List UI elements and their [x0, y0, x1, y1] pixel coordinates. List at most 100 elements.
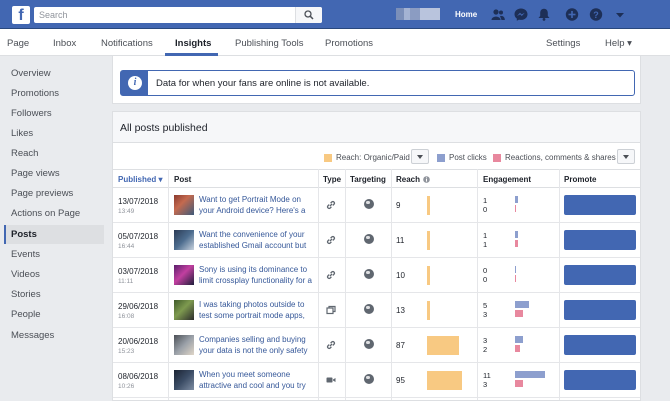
public-globe-icon [364, 374, 374, 384]
svg-text:?: ? [593, 10, 599, 20]
boost-post-button[interactable] [564, 265, 636, 285]
reach-bar [427, 371, 462, 390]
sidebar-item-stories[interactable]: Stories [4, 285, 104, 304]
info-icon: i [128, 76, 142, 90]
page-nav: Page Inbox Notifications Insights Publis… [0, 29, 670, 56]
reach-value: 10 [396, 271, 405, 280]
album-icon [326, 305, 336, 315]
legend-swatch-clicks [437, 154, 445, 162]
post-time: 13:49 [118, 208, 135, 215]
sidebar-item-posts[interactable]: Posts [4, 225, 104, 244]
post-thumbnail[interactable] [174, 265, 194, 285]
sidebar-item-videos[interactable]: Videos [4, 265, 104, 284]
post-thumbnail[interactable] [174, 300, 194, 320]
post-date: 13/07/2018 [118, 197, 159, 206]
all-posts-card: All posts published Reach: Organic/Paid … [112, 111, 641, 401]
account-menu-icon[interactable] [613, 8, 627, 21]
reactions-bar [515, 205, 516, 212]
link-icon [326, 235, 336, 245]
sidebar-item-page-previews[interactable]: Page previews [4, 184, 104, 203]
column-targeting: Targeting [350, 175, 386, 184]
post-link[interactable]: Want to get Portrait Mode on your Androi… [199, 194, 312, 218]
reactions-bar [515, 380, 524, 387]
table-row: 29/06/2018 16:08 I was taking photos out… [113, 293, 640, 328]
reactions-value: 3 [483, 380, 488, 389]
post-link[interactable]: When you meet someone attractive and coo… [199, 369, 312, 393]
search-icon [304, 10, 314, 20]
post-clicks-value: 5 [483, 301, 488, 310]
fans-online-card: i Data for when your fans are online is … [112, 56, 641, 104]
post-thumbnail[interactable] [174, 195, 194, 215]
sidebar-item-reach[interactable]: Reach [4, 144, 104, 163]
sidebar-item-likes[interactable]: Likes [4, 124, 104, 143]
post-date: 03/07/2018 [118, 267, 159, 276]
reactions-bar [515, 275, 516, 282]
sidebar-item-followers[interactable]: Followers [4, 104, 104, 123]
info-icon-container: i [121, 71, 148, 95]
post-date: 08/06/2018 [118, 372, 159, 381]
post-date: 05/07/2018 [118, 232, 159, 241]
video-icon [326, 377, 336, 383]
sidebar-item-promotions[interactable]: Promotions [4, 84, 104, 103]
boost-post-button[interactable] [564, 300, 636, 320]
post-time: 15:23 [118, 348, 135, 355]
tab-help[interactable]: Help ▾ [605, 38, 632, 49]
notifications-icon[interactable] [537, 8, 551, 21]
post-clicks-bar [515, 266, 516, 273]
reactions-bar [515, 240, 518, 247]
friends-icon[interactable] [491, 8, 505, 21]
boost-post-button[interactable] [564, 195, 636, 215]
reach-info-icon[interactable] [423, 176, 430, 183]
create-icon[interactable] [565, 8, 579, 21]
post-clicks-bar [515, 196, 518, 203]
post-link[interactable]: Want the convenience of your established… [199, 229, 312, 253]
public-globe-icon [364, 304, 374, 314]
link-icon [326, 270, 336, 280]
post-time: 16:44 [118, 243, 135, 250]
link-icon [326, 340, 336, 350]
tab-settings[interactable]: Settings [546, 38, 580, 49]
profile-avatar-blurred[interactable] [396, 8, 440, 20]
sidebar-item-overview[interactable]: Overview [4, 64, 104, 83]
tab-publishing-tools[interactable]: Publishing Tools [235, 38, 303, 49]
boost-post-button[interactable] [564, 230, 636, 250]
reach-metric-dropdown[interactable] [411, 149, 429, 164]
sidebar-item-people[interactable]: People [4, 305, 104, 324]
engagement-metric-dropdown[interactable] [617, 149, 635, 164]
search-button[interactable] [295, 7, 322, 23]
post-clicks-value: 0 [483, 266, 488, 275]
tab-inbox[interactable]: Inbox [53, 38, 76, 49]
home-link[interactable]: Home [455, 10, 477, 19]
column-published[interactable]: Published ▾ [118, 175, 162, 184]
help-icon[interactable]: ? [589, 8, 603, 21]
post-thumbnail[interactable] [174, 370, 194, 390]
search-input[interactable] [39, 9, 289, 21]
tab-promotions[interactable]: Promotions [325, 38, 373, 49]
sidebar-item-actions-on-page[interactable]: Actions on Page [4, 204, 104, 223]
post-clicks-bar [515, 371, 545, 378]
sidebar-item-events[interactable]: Events [4, 245, 104, 264]
post-link[interactable]: I was taking photos outside to test some… [199, 299, 312, 323]
messenger-icon[interactable] [514, 8, 528, 21]
boost-post-button[interactable] [564, 335, 636, 355]
legend-label-reactions: Reactions, comments & shares [505, 153, 616, 162]
card-header: All posts published [113, 112, 640, 143]
sidebar-item-page-views[interactable]: Page views [4, 164, 104, 183]
post-thumbnail[interactable] [174, 230, 194, 250]
post-thumbnail[interactable] [174, 335, 194, 355]
top-bar: f Home ? [0, 0, 670, 29]
sidebar-item-messages[interactable]: Messages [4, 326, 104, 345]
post-time: 11:11 [118, 278, 134, 285]
post-date: 20/06/2018 [118, 337, 159, 346]
post-clicks-bar [515, 231, 518, 238]
post-link[interactable]: Sony is using its dominance to limit cro… [199, 264, 312, 288]
tab-insights[interactable]: Insights [175, 38, 211, 49]
boost-post-button[interactable] [564, 370, 636, 390]
post-link[interactable]: Companies selling and buying your data i… [199, 334, 312, 358]
tab-page[interactable]: Page [7, 38, 29, 49]
facebook-logo-icon[interactable]: f [12, 6, 30, 24]
tab-notifications[interactable]: Notifications [101, 38, 153, 49]
reach-bar [427, 266, 430, 285]
column-promote: Promote [564, 175, 597, 184]
post-clicks-bar [515, 336, 524, 343]
